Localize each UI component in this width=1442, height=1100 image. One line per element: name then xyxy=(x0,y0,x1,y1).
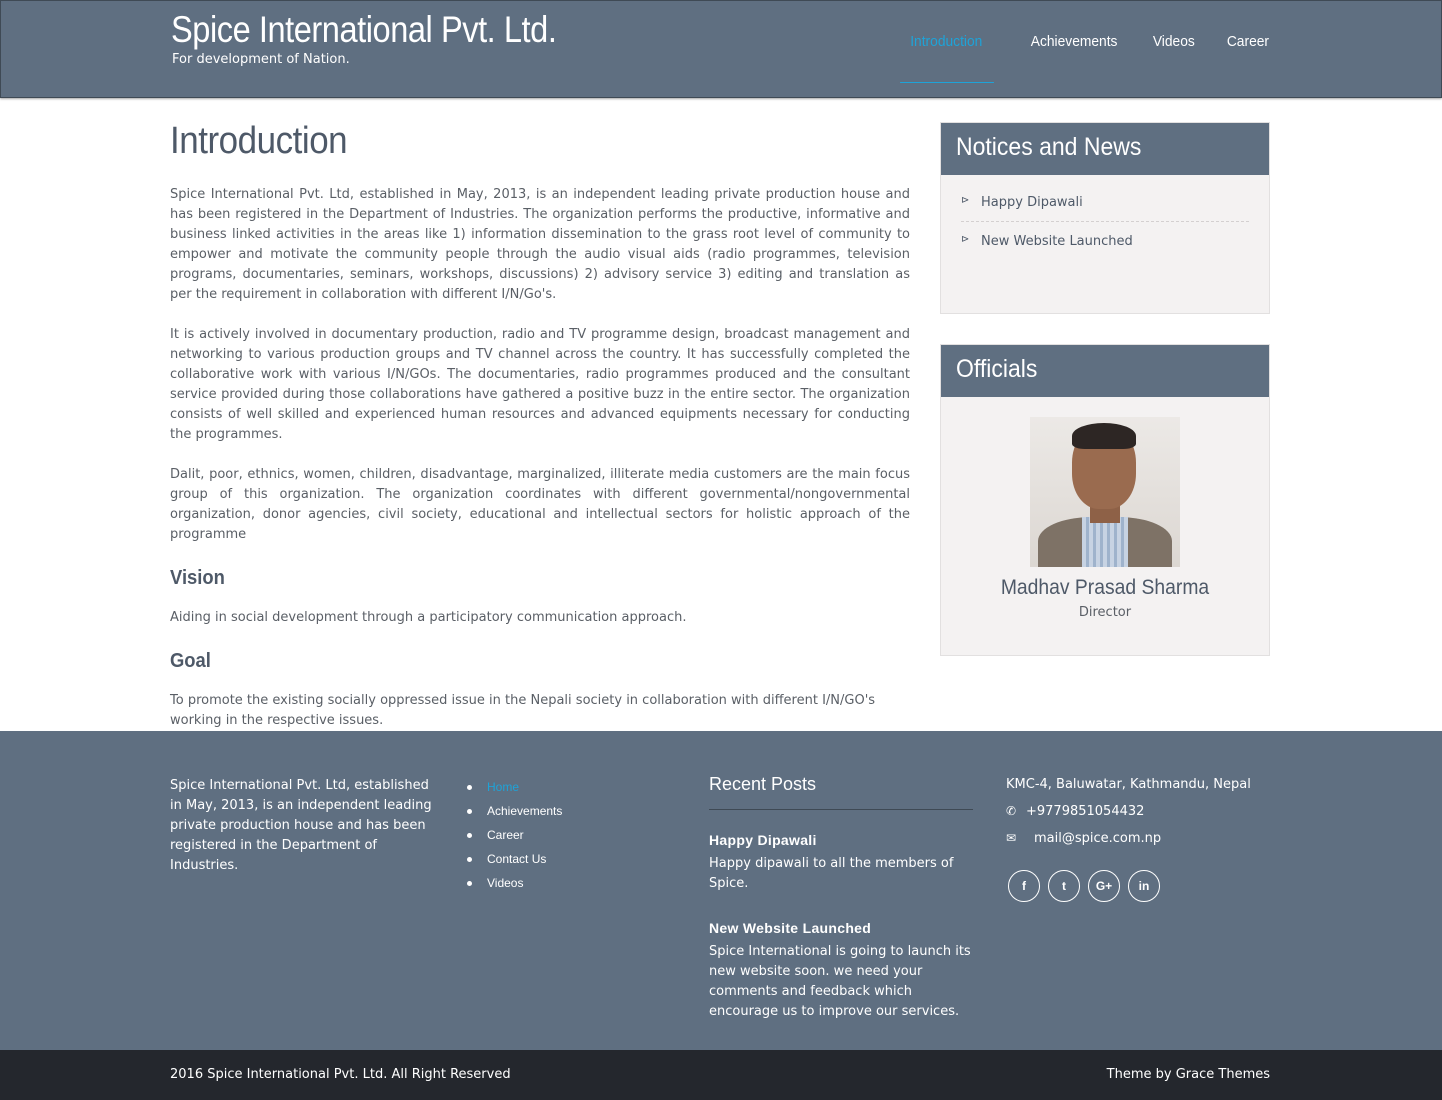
footer-link-item: Contact Us xyxy=(467,852,562,876)
footer-link-item: Videos xyxy=(467,876,562,900)
google-plus-icon[interactable]: G+ xyxy=(1088,870,1120,902)
footer-link-item: Home xyxy=(467,780,562,804)
officials-widget-title: Officials xyxy=(956,355,1038,383)
social-links: f t G+ in xyxy=(1006,870,1270,902)
linkedin-icon[interactable]: in xyxy=(1128,870,1160,902)
footer-link-contact[interactable]: Contact Us xyxy=(487,852,546,866)
footer-contact: KMC-4, Baluwatar, Kathmandu, Nepal ✆ +977… xyxy=(1006,777,1270,902)
vision-heading: Vision xyxy=(170,567,225,589)
footer-link-home[interactable]: Home xyxy=(487,780,519,794)
theme-credit[interactable]: Theme by Grace Themes xyxy=(1107,1067,1270,1082)
news-item-label[interactable]: Happy Dipawali xyxy=(981,195,1083,210)
official-photo xyxy=(1030,417,1180,567)
nav-videos[interactable]: Videos xyxy=(1152,1,1194,83)
intro-paragraph-1: Spice International Pvt. Ltd, establishe… xyxy=(170,187,910,302)
post-excerpt: Spice International is going to launch i… xyxy=(709,944,971,1019)
nav-achievements[interactable]: Achievements xyxy=(1031,1,1118,83)
post-title[interactable]: Happy Dipawali xyxy=(709,832,973,848)
facebook-icon[interactable]: f xyxy=(1008,870,1040,902)
address-row: KMC-4, Baluwatar, Kathmandu, Nepal xyxy=(1006,777,1270,804)
news-widget-title: Notices and News xyxy=(956,133,1142,161)
page-title: Introduction xyxy=(170,120,348,162)
email-row: ✉ mail@spice.com.np xyxy=(1006,831,1270,858)
twitter-icon[interactable]: t xyxy=(1048,870,1080,902)
arrow-right-icon: ⊳ xyxy=(961,195,970,206)
post-excerpt: Happy dipawali to all the members of Spi… xyxy=(709,856,954,891)
envelope-icon: ✉ xyxy=(1006,831,1017,845)
notices-news-widget: Notices and News ⊳ Happy Dipawali ⊳ New We… xyxy=(940,122,1270,314)
goal-text: To promote the existing socially oppress… xyxy=(170,693,876,728)
footer-link-item: Achievements xyxy=(467,804,562,828)
arrow-right-icon: ⊳ xyxy=(961,234,970,245)
widget-title: Notices and News xyxy=(941,123,1269,175)
intro-paragraph-2: It is actively involved in documentary p… xyxy=(170,327,910,442)
goal-heading: Goal xyxy=(170,650,211,672)
official-name: Madhav Prasad Sharma xyxy=(1000,576,1210,599)
footer-link-videos[interactable]: Videos xyxy=(487,876,523,890)
footer-link-item: Career xyxy=(467,828,562,852)
news-item[interactable]: ⊳ Happy Dipawali xyxy=(961,193,1249,221)
site-tagline: For development of Nation. xyxy=(172,52,350,67)
post-title[interactable]: New Website Launched xyxy=(709,920,973,936)
site-title[interactable]: Spice International Pvt. Ltd. xyxy=(171,9,557,51)
vision-text: Aiding in social development through a p… xyxy=(170,610,687,625)
email-text[interactable]: mail@spice.com.np xyxy=(1034,831,1161,846)
footer-link-achievements[interactable]: Achievements xyxy=(487,804,562,818)
post-item: New Website Launched Spice International… xyxy=(709,920,973,1022)
nav-introduction[interactable]: Introduction xyxy=(900,1,995,83)
news-list: ⊳ Happy Dipawali ⊳ New Website Launched xyxy=(941,175,1269,260)
phone-row: ✆ +9779851054432 xyxy=(1006,804,1270,831)
footer-about: Spice International Pvt. Ltd, establishe… xyxy=(170,778,432,873)
recent-posts: Recent Posts Happy Dipawali Happy dipawa… xyxy=(709,774,973,1022)
officials-widget: Officials Madhav Prasad Sharma Director xyxy=(940,344,1270,656)
widget-title: Officials xyxy=(941,345,1269,397)
nav-career[interactable]: Career xyxy=(1227,1,1269,83)
footer-link-career[interactable]: Career xyxy=(487,828,524,842)
phone-icon: ✆ xyxy=(1006,804,1017,818)
intro-paragraph-3: Dalit, poor, ethnics, women, children, d… xyxy=(170,467,910,542)
phone-text[interactable]: +9779851054432 xyxy=(1026,804,1144,819)
recent-posts-title: Recent Posts xyxy=(709,774,973,810)
copyright-text: 2016 Spice International Pvt. Ltd. All R… xyxy=(170,1067,511,1082)
news-item[interactable]: ⊳ New Website Launched xyxy=(961,221,1249,260)
address-text: KMC-4, Baluwatar, Kathmandu, Nepal xyxy=(1006,777,1251,792)
main-nav: Introduction Achievements Videos Career xyxy=(896,1,1271,97)
copyright-bar: 2016 Spice International Pvt. Ltd. All R… xyxy=(0,1050,1442,1100)
post-item: Happy Dipawali Happy dipawali to all the… xyxy=(709,832,973,894)
site-header: Spice International Pvt. Ltd. For develo… xyxy=(0,0,1442,98)
official-role: Director xyxy=(1078,605,1132,620)
news-item-label[interactable]: New Website Launched xyxy=(981,234,1133,249)
site-footer: Spice International Pvt. Ltd, establishe… xyxy=(0,731,1442,1050)
footer-links: Home Achievements Career Contact Us Vide… xyxy=(467,780,562,900)
main-content: Introduction Spice International Pvt. Lt… xyxy=(170,120,910,751)
